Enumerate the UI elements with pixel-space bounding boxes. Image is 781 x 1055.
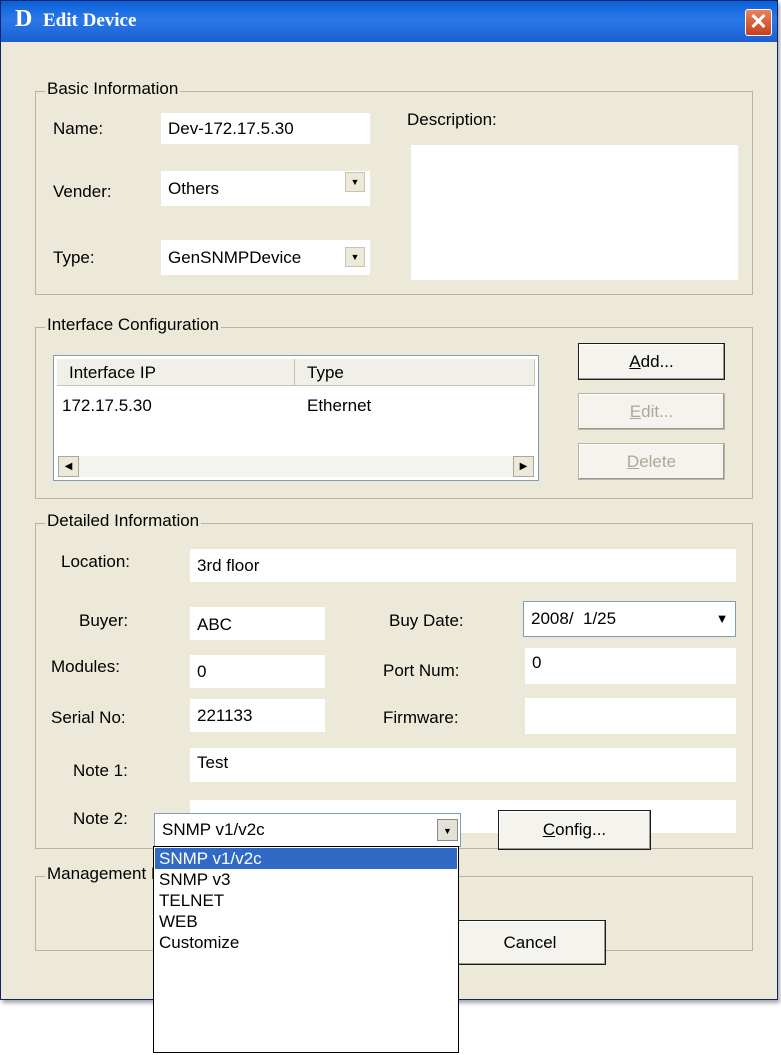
add-button[interactable]: Add... [578, 343, 725, 380]
serial-no-field[interactable]: 221133 [190, 699, 325, 732]
column-header-interface-ip[interactable]: Interface IP [57, 359, 295, 386]
note-2-label: Note 2: [73, 809, 128, 828]
column-header-type[interactable]: Type [295, 359, 535, 386]
horizontal-scrollbar[interactable]: ◀ ▶ [58, 456, 534, 477]
interface-table[interactable]: Interface IP Type 172.17.5.30 Ethernet ◀… [53, 355, 539, 481]
dlink-logo-icon: D [15, 6, 33, 32]
buyer-label: Buyer: [79, 611, 129, 630]
option-customize[interactable]: Customize [155, 932, 457, 953]
management-method-dropdown[interactable]: SNMP v1/v2c [154, 813, 461, 847]
location-field[interactable]: 3rd floor [190, 549, 736, 582]
name-field[interactable]: Dev-172.17.5.30 [161, 113, 370, 144]
serial-no-label: Serial No: [51, 708, 126, 727]
type-select[interactable]: GenSNMPDevice [161, 240, 370, 275]
note-1-field[interactable]: Test [190, 748, 736, 782]
description-label: Description: [407, 110, 497, 129]
modules-field[interactable]: 0 [190, 655, 325, 688]
option-snmp-v1-v2c[interactable]: SNMP v1/v2c [155, 848, 457, 869]
port-num-label: Port Num: [383, 661, 460, 680]
scroll-left-icon[interactable]: ◀ [58, 456, 79, 477]
cancel-button[interactable]: Cancel [454, 920, 606, 965]
table-row-ip[interactable]: 172.17.5.30 [62, 396, 152, 416]
edit-button[interactable]: Edit... [578, 393, 725, 430]
option-snmp-v3[interactable]: SNMP v3 [155, 869, 457, 890]
port-num-field[interactable]: 0 [525, 648, 736, 684]
buyer-field[interactable]: ABC [190, 607, 325, 640]
close-button[interactable]: ✕ [745, 9, 772, 36]
description-field[interactable] [411, 145, 738, 280]
delete-button[interactable]: Delete [578, 443, 725, 480]
buy-date-dropdown-icon[interactable]: ▼ [712, 609, 732, 629]
type-dropdown-icon[interactable]: ▼ [345, 247, 365, 267]
vendor-label: Vender: [53, 182, 112, 201]
window-title: Edit Device [43, 10, 137, 31]
vendor-select[interactable]: Others [161, 171, 370, 206]
firmware-label: Firmware: [383, 708, 459, 727]
management-method-options[interactable]: SNMP v1/v2c SNMP v3 TELNET WEB Customize [153, 846, 459, 1053]
interface-configuration-legend: Interface Configuration [45, 315, 221, 335]
vendor-dropdown-icon[interactable]: ▼ [345, 172, 365, 192]
option-telnet[interactable]: TELNET [155, 890, 457, 911]
scroll-right-icon[interactable]: ▶ [513, 456, 534, 477]
config-button[interactable]: Config... [498, 810, 651, 850]
table-row-type[interactable]: Ethernet [307, 396, 371, 416]
location-label: Location: [61, 552, 130, 571]
management-dropdown-icon[interactable]: ▼ [437, 819, 458, 841]
detailed-information-legend: Detailed Information [45, 511, 202, 531]
option-web[interactable]: WEB [155, 911, 457, 932]
modules-label: Modules: [51, 657, 120, 676]
type-label: Type: [53, 248, 95, 267]
firmware-field[interactable] [525, 698, 736, 734]
buy-date-label: Buy Date: [389, 611, 464, 630]
title-bar[interactable]: D Edit Device ✕ [1, 1, 777, 42]
note-1-label: Note 1: [73, 761, 128, 780]
basic-information-legend: Basic Information [45, 79, 181, 99]
buy-date-picker[interactable]: 2008/ 1/25 [523, 601, 736, 637]
name-label: Name: [53, 119, 104, 138]
